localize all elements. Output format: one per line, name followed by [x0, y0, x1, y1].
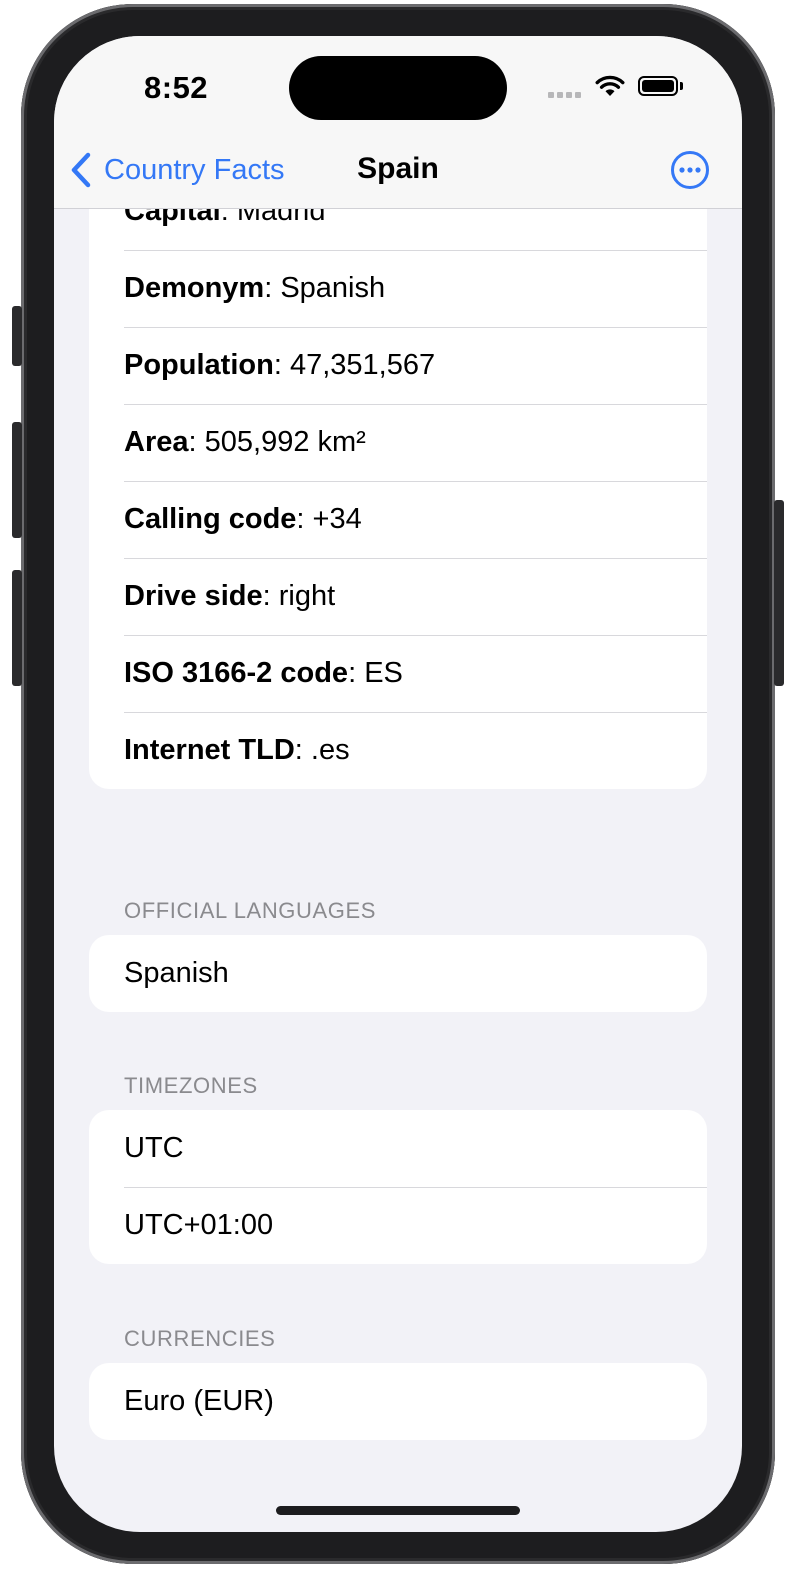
status-bar: 8:52 [54, 36, 742, 136]
fact-row-capital: Capital: Madrid [89, 209, 707, 250]
section-header-currencies: CURRENCIES [124, 1326, 276, 1351]
fact-row-iso-code: ISO 3166-2 code: ES [89, 635, 707, 712]
fact-label: Demonym [124, 272, 265, 304]
fact-row-area: Area: 505,992 km² [89, 404, 707, 481]
fact-label: Population [124, 349, 274, 381]
list-item: UTC+01:00 [89, 1187, 707, 1264]
power-button [774, 500, 784, 686]
dynamic-island [289, 56, 507, 120]
fact-value: .es [310, 734, 350, 766]
fact-value: right [278, 580, 336, 612]
fact-row-internet-tld: Internet TLD: .es [89, 712, 707, 789]
fact-value: 47,351,567 [289, 349, 436, 381]
languages-card: Spanish [89, 935, 707, 1012]
status-time: 8:52 [144, 70, 209, 105]
fact-value: ES [364, 657, 403, 689]
fact-row-drive-side: Drive side: right [89, 558, 707, 635]
fact-value: Madrid [236, 209, 326, 227]
battery-icon [638, 76, 678, 96]
volume-up-button [12, 422, 22, 538]
facts-card: Capital: Madrid Demonym: Spanish Populat… [89, 209, 707, 789]
fact-label: Area [124, 426, 189, 458]
silent-switch [12, 306, 22, 366]
screen: 8:52 Country Facts Spain Capital: Madri… [54, 36, 742, 1532]
section-header-languages: OFFICIAL LANGUAGES [124, 898, 377, 923]
currencies-card: Euro (EUR) [89, 1363, 707, 1440]
ellipsis-circle-icon[interactable] [670, 150, 710, 190]
scroll-content[interactable]: Capital: Madrid Demonym: Spanish Populat… [54, 209, 742, 1532]
fact-label: Calling code [124, 503, 297, 535]
fact-row-calling-code: Calling code: +34 [89, 481, 707, 558]
page-title: Spain [357, 152, 439, 185]
cellular-signal-icon [548, 92, 582, 102]
section-header-timezones: TIMEZONES [124, 1073, 258, 1098]
fact-value: +34 [312, 503, 362, 535]
battery-cap [680, 82, 683, 90]
fact-row-population: Population: 47,351,567 [89, 327, 707, 404]
list-item: Spanish [124, 957, 229, 989]
navigation-bar: Country Facts Spain [54, 136, 742, 209]
home-indicator[interactable] [276, 1506, 520, 1515]
timezones-card: UTC UTC+01:00 [89, 1110, 707, 1264]
fact-label: Internet TLD [124, 734, 295, 766]
fact-label: ISO 3166-2 code [124, 657, 349, 689]
list-item: Euro (EUR) [124, 1385, 274, 1417]
fact-value: 505,992 km² [204, 426, 366, 458]
fact-row-demonym: Demonym: Spanish [89, 250, 707, 327]
volume-down-button [12, 570, 22, 686]
fact-label: Drive side [124, 580, 263, 612]
fact-value: Spanish [280, 272, 386, 304]
list-item: UTC [124, 1132, 184, 1164]
wifi-icon [595, 75, 625, 96]
fact-label: Capital [124, 209, 221, 227]
